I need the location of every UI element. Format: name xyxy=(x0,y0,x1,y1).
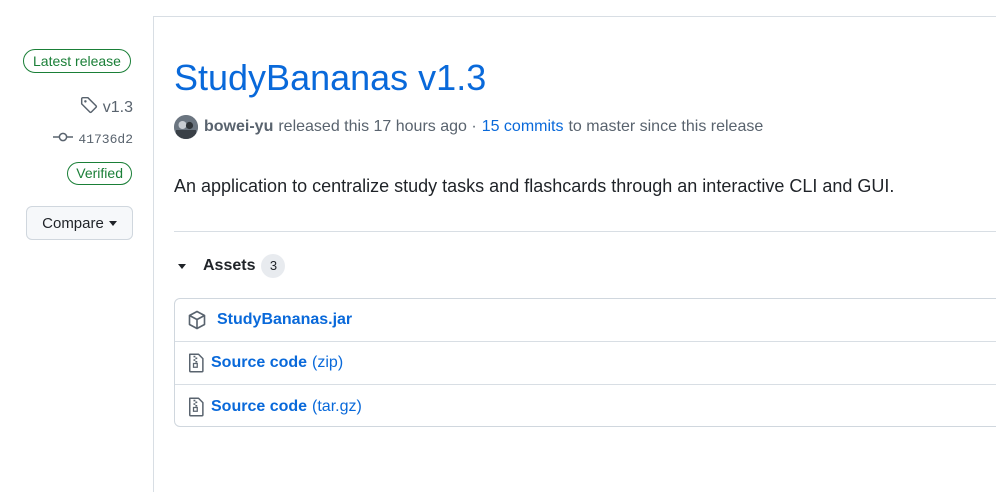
tag-icon xyxy=(80,96,98,119)
latest-release-badge: Latest release xyxy=(23,49,131,73)
release-title[interactable]: StudyBananas v1.3 xyxy=(174,55,486,101)
assets-heading: Assets xyxy=(203,257,256,274)
release-page: Latest release v1.3 41736d2 Verified Com… xyxy=(0,0,996,492)
verified-badge[interactable]: Verified xyxy=(67,162,132,185)
asset-row[interactable]: Source code (zip) xyxy=(175,342,996,385)
description-divider xyxy=(174,231,996,232)
compare-label: Compare xyxy=(42,214,104,232)
avatar[interactable] xyxy=(174,115,198,139)
commits-suffix: to master since this release xyxy=(568,118,764,135)
released-text: released this 17 hours ago · xyxy=(278,118,477,135)
commits-since-link[interactable]: 15 commits xyxy=(482,118,564,136)
git-commit-icon xyxy=(53,131,74,147)
asset-name[interactable]: Source code xyxy=(211,398,307,416)
tag-link[interactable]: v1.3 xyxy=(80,96,133,119)
assets-toggle[interactable]: Assets 3 xyxy=(178,254,286,278)
asset-row[interactable]: StudyBananas.jar xyxy=(175,299,996,342)
assets-list: StudyBananas.jar Source code (zip) Sourc… xyxy=(174,298,996,427)
compare-button[interactable]: Compare xyxy=(26,206,133,240)
release-byline: bowei-yu released this 17 hours ago · 15… xyxy=(174,115,763,139)
release-description: An application to centralize study tasks… xyxy=(174,176,895,196)
assets-count-badge: 3 xyxy=(261,254,286,278)
commit-sha: 41736d2 xyxy=(78,131,133,147)
author-link[interactable]: bowei-yu xyxy=(204,118,273,136)
release-meta-sidebar: Latest release v1.3 41736d2 Verified Com… xyxy=(0,0,153,492)
column-divider xyxy=(153,16,154,492)
chevron-down-icon xyxy=(108,221,117,226)
file-zip-icon xyxy=(187,353,205,373)
asset-name[interactable]: StudyBananas.jar xyxy=(217,311,352,329)
commit-link[interactable]: 41736d2 xyxy=(53,131,133,147)
file-zip-icon xyxy=(187,397,205,417)
asset-name[interactable]: Source code xyxy=(211,354,307,372)
asset-ext[interactable]: (zip) xyxy=(312,354,343,372)
asset-ext[interactable]: (tar.gz) xyxy=(312,398,362,416)
package-icon xyxy=(187,310,207,330)
asset-row[interactable]: Source code (tar.gz) xyxy=(175,385,996,428)
tag-name: v1.3 xyxy=(102,98,133,116)
triangle-down-icon xyxy=(178,263,186,269)
top-divider xyxy=(154,16,996,17)
